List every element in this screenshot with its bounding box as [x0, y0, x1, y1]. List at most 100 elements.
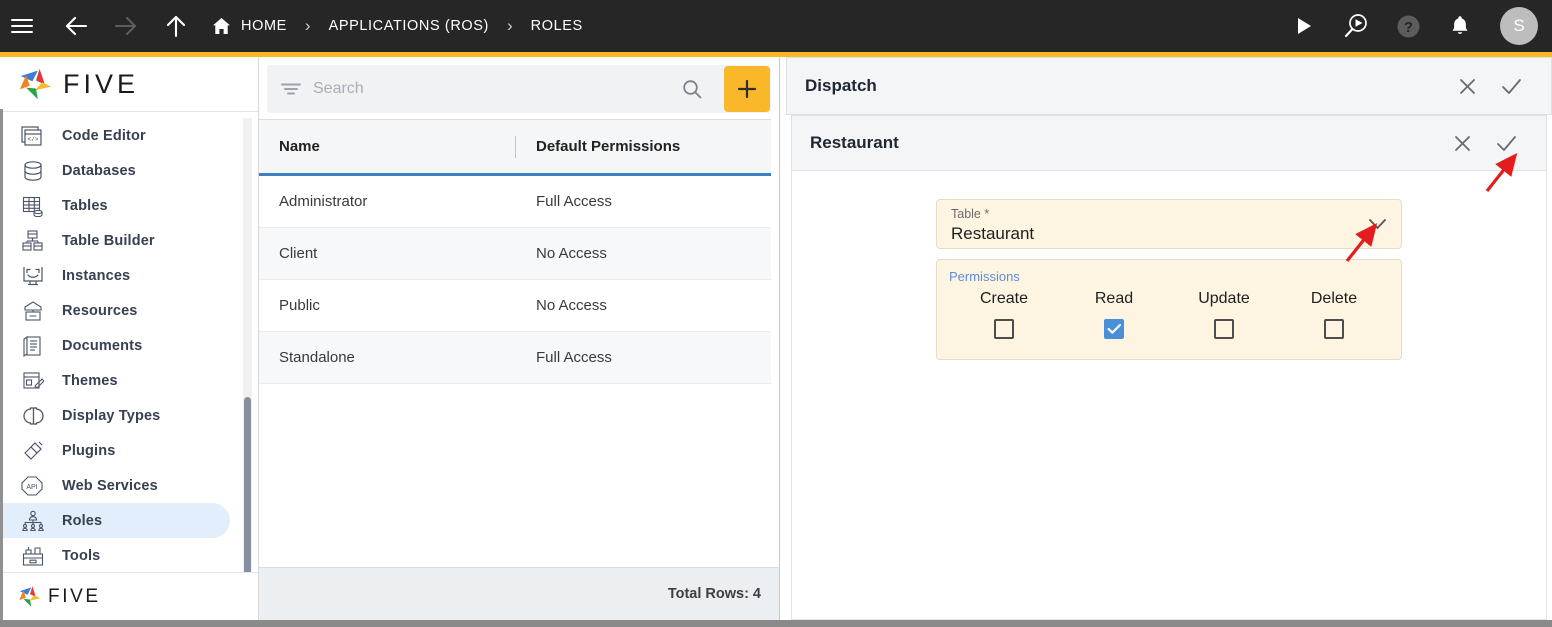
- sidebar-logo[interactable]: FIVE: [0, 57, 258, 112]
- create-checkbox[interactable]: [994, 319, 1014, 339]
- arrow-left-icon[interactable]: [54, 0, 98, 52]
- api-icon: API: [18, 473, 48, 499]
- sidebar-item-label: Roles: [62, 512, 103, 529]
- sidebar-item-label: Table Builder: [62, 232, 155, 249]
- instances-icon: [18, 263, 48, 289]
- plugins-icon: [18, 438, 48, 464]
- table-icon: [18, 193, 48, 219]
- horizontal-scrollbar[interactable]: [0, 620, 1552, 627]
- sidebar-item-label: Databases: [62, 162, 136, 179]
- table-header-row: Name Default Permissions: [259, 120, 779, 176]
- search-icon[interactable]: [672, 79, 712, 99]
- sidebar-item-tables[interactable]: Tables: [0, 188, 230, 223]
- topbar-actions: ? S: [1282, 0, 1552, 52]
- roles-list-panel: Name Default Permissions Administrator F…: [259, 57, 780, 620]
- resources-icon: [18, 298, 48, 324]
- detail-panel: Dispatch Restaurant Table * Restaurant P…: [780, 57, 1552, 620]
- list-scrollbar-track[interactable]: [771, 119, 779, 567]
- close-icon[interactable]: [1445, 64, 1489, 108]
- home-icon: [212, 17, 231, 35]
- add-role-button[interactable]: [724, 66, 770, 112]
- sidebar-item-themes[interactable]: Themes: [0, 363, 230, 398]
- column-header-default-permissions[interactable]: Default Permissions: [516, 120, 680, 173]
- sidebar-item-documents[interactable]: Documents: [0, 328, 230, 363]
- breadcrumb-item-roles[interactable]: ROLES: [531, 18, 583, 34]
- sidebar-item-label: Tools: [62, 547, 101, 564]
- permission-read: Read: [1059, 290, 1169, 339]
- table-footer: Total Rows: 4: [259, 567, 779, 620]
- database-icon: [18, 158, 48, 184]
- sidebar-item-resources[interactable]: Resources: [0, 293, 230, 328]
- five-logo-icon: [18, 67, 54, 101]
- application-window: HOME › APPLICATIONS (ROS) › ROLES ? S FI…: [0, 0, 1552, 627]
- restaurant-panel-header: Restaurant: [791, 115, 1547, 171]
- permission-delete: Delete: [1279, 290, 1389, 339]
- five-logo-text: FIVE: [63, 68, 140, 99]
- sidebar-item-label: Tables: [62, 197, 108, 214]
- breadcrumb-item-applications[interactable]: APPLICATIONS (ROS): [329, 18, 489, 34]
- sidebar-item-web-services[interactable]: API Web Services: [0, 468, 230, 503]
- dispatch-panel-title: Dispatch: [805, 76, 877, 95]
- filter-icon[interactable]: [281, 82, 301, 96]
- table-row[interactable]: Public No Access: [259, 280, 779, 332]
- roles-table: Name Default Permissions Administrator F…: [259, 119, 779, 567]
- breadcrumb-item-home[interactable]: HOME: [212, 17, 287, 35]
- sidebar-item-label: Themes: [62, 372, 118, 389]
- play-icon[interactable]: [1282, 0, 1326, 52]
- search-input[interactable]: [313, 80, 660, 98]
- permissions-grid: Create Read Update Delete: [949, 290, 1389, 339]
- display-types-icon: [18, 403, 48, 429]
- five-logo-text: FIVE: [48, 585, 101, 607]
- table-field-label: Table *: [951, 207, 990, 221]
- sidebar-item-instances[interactable]: Instances: [0, 258, 230, 293]
- svg-text:?: ?: [1403, 19, 1412, 36]
- sidebar-item-display-types[interactable]: Display Types: [0, 398, 230, 433]
- sidebar-footer-logo: FIVE: [0, 572, 258, 620]
- tools-icon: [18, 543, 48, 569]
- cell-name: Client: [279, 245, 318, 262]
- cell-permissions: Full Access: [536, 349, 612, 366]
- sidebar-item-label: Documents: [62, 337, 143, 354]
- sidebar-item-roles[interactable]: Roles: [0, 503, 230, 538]
- arrow-right-icon[interactable]: [104, 0, 148, 52]
- magnifier-play-icon[interactable]: [1334, 0, 1378, 52]
- sidebar-item-tools[interactable]: Tools: [0, 538, 230, 572]
- sidebar-item-table-builder[interactable]: Table Builder: [0, 223, 230, 258]
- cell-name: Public: [279, 297, 320, 314]
- read-checkbox[interactable]: [1104, 319, 1124, 339]
- table-select-field[interactable]: Table * Restaurant: [936, 199, 1402, 249]
- chevron-down-icon[interactable]: [1368, 217, 1387, 235]
- sidebar-item-plugins[interactable]: Plugins: [0, 433, 230, 468]
- table-row[interactable]: Standalone Full Access: [259, 332, 779, 384]
- sidebar-item-label: Instances: [62, 267, 131, 284]
- bell-icon[interactable]: [1438, 0, 1482, 52]
- permission-label: Delete: [1310, 290, 1358, 307]
- table-empty-area: [259, 384, 779, 567]
- permissions-form: Table * Restaurant Permissions Create Re…: [791, 171, 1547, 620]
- cell-permissions: No Access: [536, 245, 607, 262]
- sidebar-item-label: Resources: [62, 302, 138, 319]
- column-header-name[interactable]: Name: [259, 120, 515, 173]
- permissions-legend: Permissions: [949, 269, 1020, 284]
- permission-update: Update: [1169, 290, 1279, 339]
- sidebar-scrollbar-thumb[interactable]: [244, 397, 251, 572]
- documents-icon: [18, 333, 48, 359]
- close-icon[interactable]: [1440, 121, 1484, 165]
- question-circle-icon[interactable]: ?: [1386, 0, 1430, 52]
- check-icon[interactable]: [1489, 64, 1533, 108]
- themes-icon: [18, 368, 48, 394]
- sidebar-item-databases[interactable]: Databases: [0, 153, 230, 188]
- sidebar: FIVE </> Code Editor Databases Tables Ta…: [0, 57, 259, 620]
- avatar[interactable]: S: [1500, 7, 1538, 45]
- sidebar-item-code-editor[interactable]: </> Code Editor: [0, 118, 230, 153]
- hamburger-icon[interactable]: [0, 0, 44, 52]
- check-icon[interactable]: [1484, 121, 1528, 165]
- delete-checkbox[interactable]: [1324, 319, 1344, 339]
- update-checkbox[interactable]: [1214, 319, 1234, 339]
- arrow-up-icon[interactable]: [154, 0, 198, 52]
- cell-permissions: No Access: [536, 297, 607, 314]
- table-row[interactable]: Administrator Full Access: [259, 176, 779, 228]
- table-row[interactable]: Client No Access: [259, 228, 779, 280]
- sidebar-item-label: Web Services: [62, 477, 158, 494]
- window-left-edge: [0, 109, 3, 620]
